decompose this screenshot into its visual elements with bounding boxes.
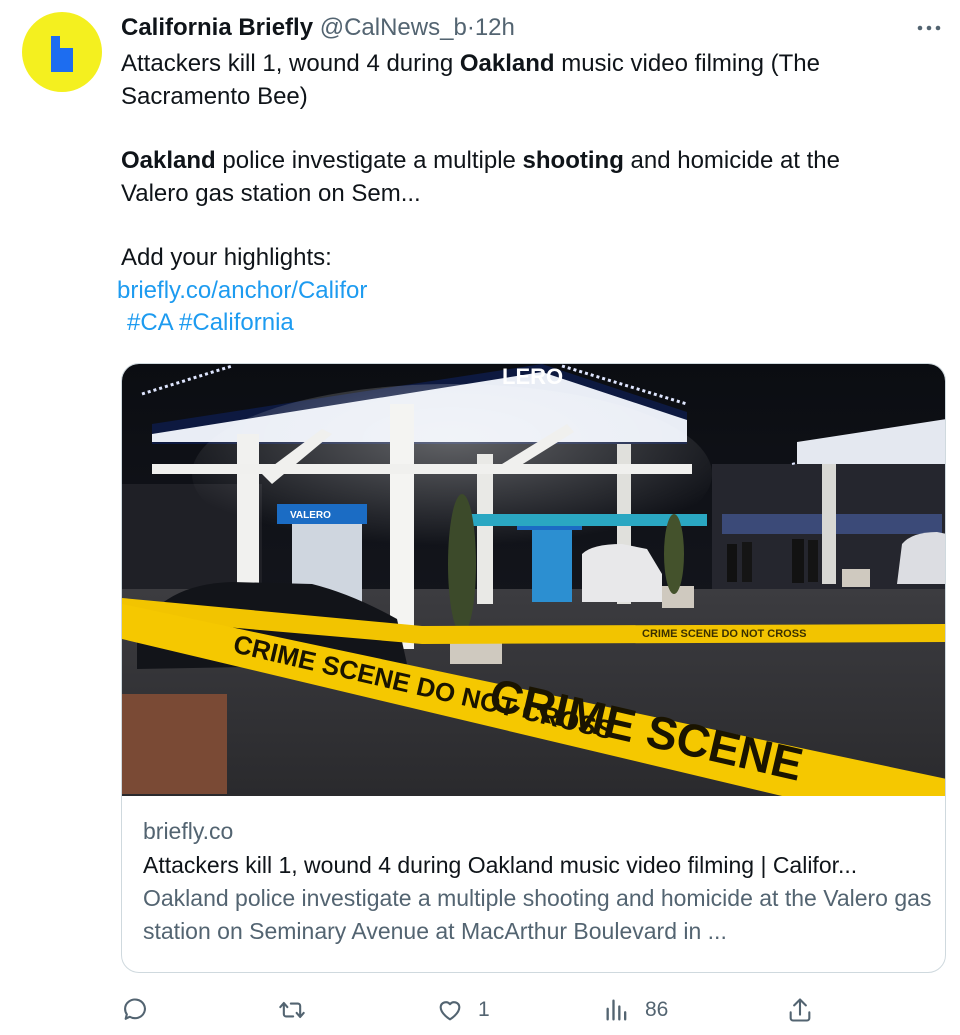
card-meta[interactable]: briefly.co Attackers kill 1, wound 4 dur… xyxy=(143,814,933,948)
link-preview-card[interactable]: LERO VALERO CRIME SCENE DO NOT CROSS CRI… xyxy=(121,363,946,973)
like-button[interactable]: 1 xyxy=(436,990,490,1030)
tweet-link[interactable]: briefly.co/anchor/Califor xyxy=(117,277,367,304)
share-icon xyxy=(789,998,811,1022)
timestamp[interactable]: 12h xyxy=(475,14,515,41)
hashtags[interactable]: #CA #California xyxy=(127,309,294,336)
tweet-line-2: Oakland police investigate a multiple sh… xyxy=(121,147,840,207)
views-button[interactable]: 86 xyxy=(603,990,668,1030)
card-domain: briefly.co xyxy=(143,818,234,844)
share-button[interactable] xyxy=(786,990,814,1030)
retweet-button[interactable] xyxy=(278,990,306,1030)
tape-text-small: CRIME SCENE DO NOT CROSS xyxy=(642,628,806,640)
briefly-logo-icon xyxy=(51,36,73,72)
highlights-label: Add your highlights: xyxy=(121,244,332,271)
reply-button[interactable] xyxy=(121,990,149,1030)
card-image[interactable]: LERO VALERO CRIME SCENE DO NOT CROSS CRI… xyxy=(122,364,946,796)
views-icon xyxy=(606,999,627,1021)
reply-icon xyxy=(124,998,146,1020)
more-options-icon[interactable] xyxy=(914,16,944,40)
views-count: 86 xyxy=(645,998,669,1021)
card-description: Oakland police investigate a multiple sh… xyxy=(143,885,932,944)
author-name[interactable]: California Briefly xyxy=(121,14,313,41)
highlight-oakland: Oakland xyxy=(459,50,555,77)
highlight-shooting: shooting xyxy=(522,147,624,174)
tweet-header: California Briefly @CalNews_b·12h xyxy=(121,12,515,44)
heart-icon xyxy=(439,1001,461,1021)
author-handle[interactable]: @CalNews_b xyxy=(320,14,467,41)
pump-label: VALERO xyxy=(290,510,331,521)
tweet-line-1: Attackers kill 1, wound 4 during Oakland… xyxy=(121,50,820,110)
separator-dot: · xyxy=(466,14,475,41)
like-count: 1 xyxy=(478,998,490,1021)
canopy-sign-text: LERO xyxy=(502,364,563,389)
card-title: Attackers kill 1, wound 4 during Oakland… xyxy=(143,852,858,878)
retweet-icon xyxy=(279,1001,305,1019)
tweet-text: Attackers kill 1, wound 4 during Oakland… xyxy=(117,48,901,340)
tweet-actions: 1 86 xyxy=(0,990,960,1030)
highlight-oakland-2: Oakland xyxy=(121,147,216,174)
avatar[interactable] xyxy=(22,12,102,92)
